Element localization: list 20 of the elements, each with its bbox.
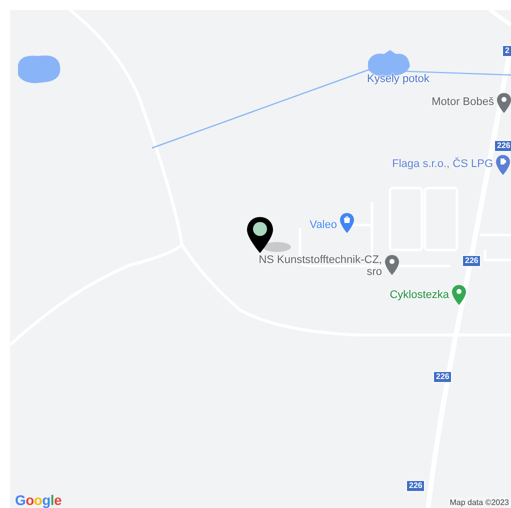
place-label[interactable]: Flaga s.r.o., ČS LPG	[392, 158, 493, 170]
place-pin-icon[interactable]	[340, 213, 354, 233]
google-logo[interactable]: Google	[15, 492, 62, 508]
route-shield: 226	[462, 255, 482, 267]
place-pin-icon[interactable]	[497, 93, 511, 113]
place-label[interactable]: Motor Bobeš	[432, 96, 494, 108]
route-shield: 226	[406, 480, 426, 492]
place-pin-icon[interactable]	[452, 285, 466, 305]
map-attribution[interactable]: Map data ©2023	[448, 497, 511, 508]
place-label[interactable]: Cyklostezka	[390, 289, 449, 301]
route-shield: 226	[494, 140, 511, 152]
stream-label: Kysely potok	[367, 73, 430, 85]
location-marker-icon[interactable]	[247, 217, 293, 255]
place-pin-icon[interactable]	[496, 155, 510, 175]
route-shield: 2	[502, 45, 511, 57]
place-label[interactable]: NS Kunststofftechnik-CZ, sro	[258, 254, 382, 278]
pond-shape	[18, 55, 60, 84]
place-pin-icon[interactable]	[385, 255, 399, 275]
place-label[interactable]: Valeo	[310, 219, 337, 231]
route-shield: 226	[433, 371, 452, 383]
